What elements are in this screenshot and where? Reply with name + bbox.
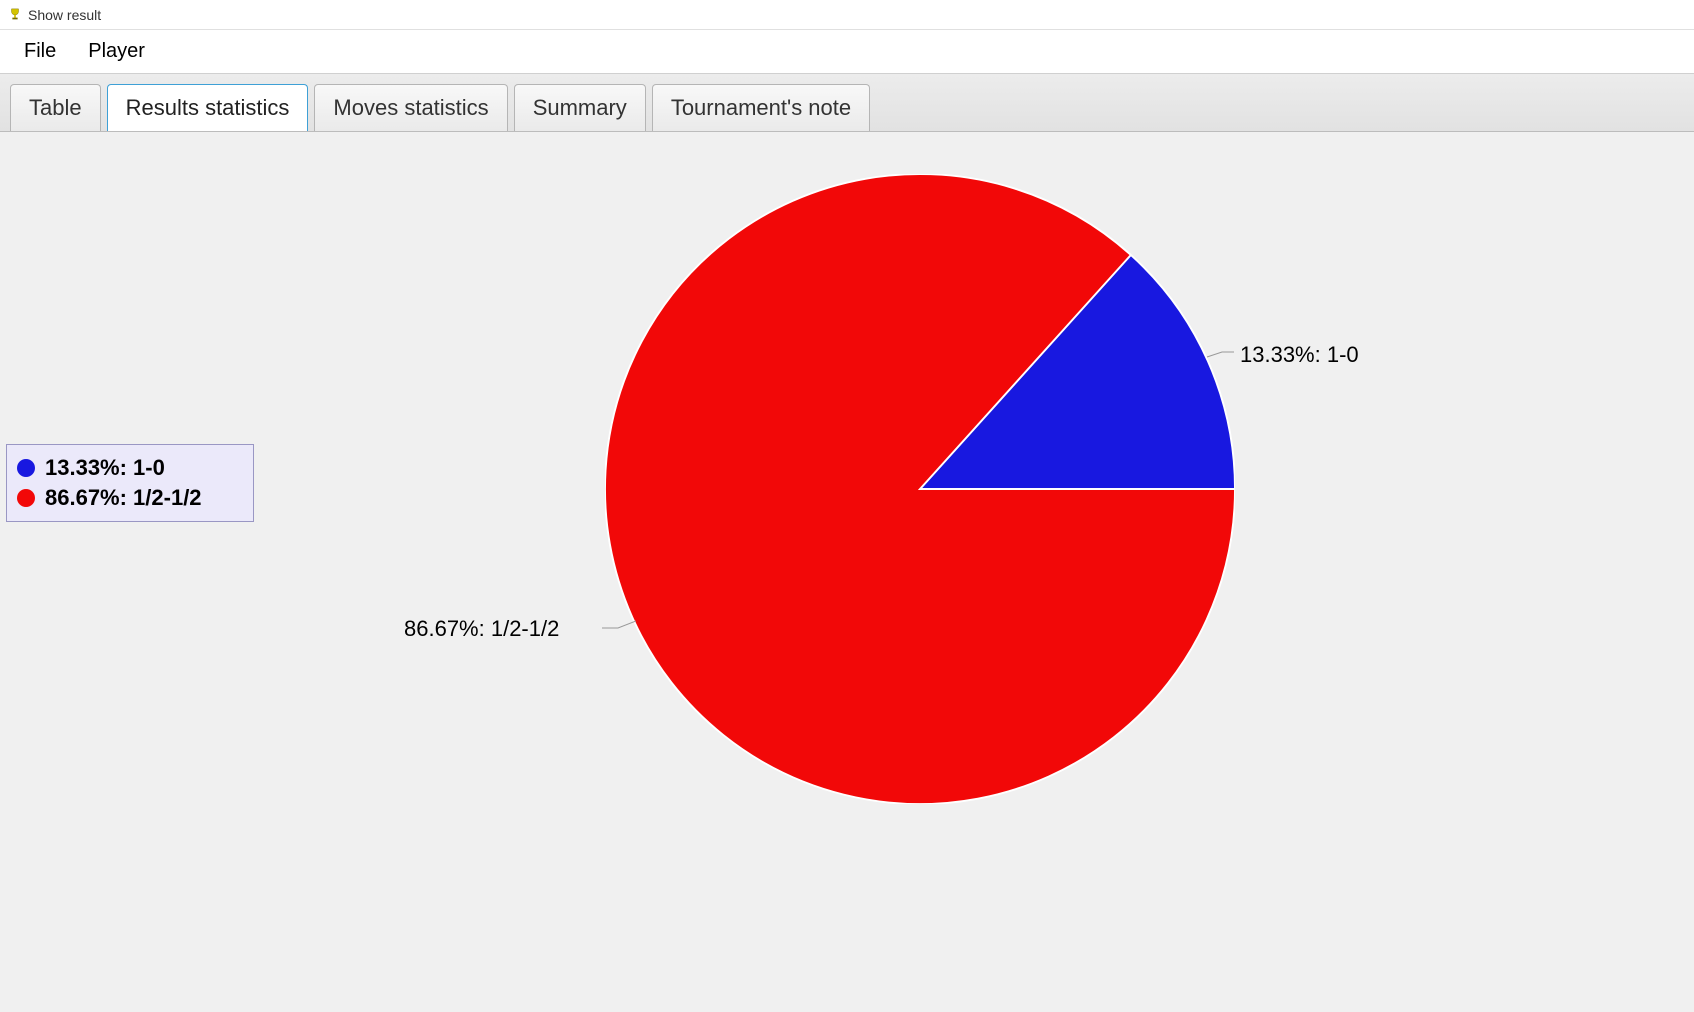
- chart-legend: 13.33%: 1-0 86.67%: 1/2-1/2: [6, 444, 254, 522]
- legend-swatch-blue: [17, 459, 35, 477]
- legend-item-1-0: 13.33%: 1-0: [17, 453, 243, 483]
- callout-draw: 86.67%: 1/2-1/2: [404, 616, 559, 642]
- window-title: Show result: [28, 7, 101, 23]
- legend-text: 86.67%: 1/2-1/2: [45, 485, 202, 511]
- tab-results-statistics[interactable]: Results statistics: [107, 84, 309, 131]
- menu-player[interactable]: Player: [86, 36, 147, 67]
- window-titlebar: Show result: [0, 0, 1694, 30]
- pie-svg: [605, 174, 1235, 804]
- legend-swatch-red: [17, 489, 35, 507]
- legend-item-draw: 86.67%: 1/2-1/2: [17, 483, 243, 513]
- callout-1-0: 13.33%: 1-0: [1240, 342, 1359, 368]
- tabbar: Table Results statistics Moves statistic…: [0, 74, 1694, 132]
- trophy-icon: [8, 8, 22, 22]
- tab-tournaments-note[interactable]: Tournament's note: [652, 84, 870, 131]
- menu-file[interactable]: File: [22, 36, 58, 67]
- legend-text: 13.33%: 1-0: [45, 455, 165, 481]
- tab-moves-statistics[interactable]: Moves statistics: [314, 84, 507, 131]
- tab-table[interactable]: Table: [10, 84, 101, 131]
- tab-summary[interactable]: Summary: [514, 84, 646, 131]
- pie-chart: [605, 174, 1235, 804]
- menubar: File Player: [0, 30, 1694, 74]
- content-area: 13.33%: 1-0 86.67%: 1/2-1/2 13.33%: 1-0 …: [0, 132, 1694, 1012]
